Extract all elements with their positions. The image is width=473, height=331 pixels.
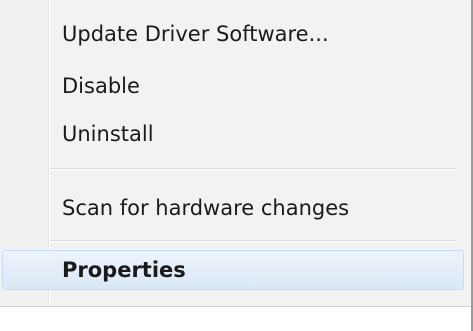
menu-item-uninstall[interactable]: Uninstall bbox=[62, 120, 154, 148]
menu-item-properties[interactable]: Properties bbox=[62, 256, 186, 284]
menu-item-scan-for-hardware-changes[interactable]: Scan for hardware changes bbox=[62, 194, 349, 222]
menu-item-disable[interactable]: Disable bbox=[62, 72, 140, 100]
background-below-menu bbox=[0, 307, 471, 331]
menu-separator bbox=[50, 240, 458, 242]
menu-separator bbox=[50, 168, 458, 170]
context-menu: Update Driver Software... Disable Uninst… bbox=[0, 0, 473, 331]
menu-item-update-driver-software[interactable]: Update Driver Software... bbox=[62, 20, 329, 48]
